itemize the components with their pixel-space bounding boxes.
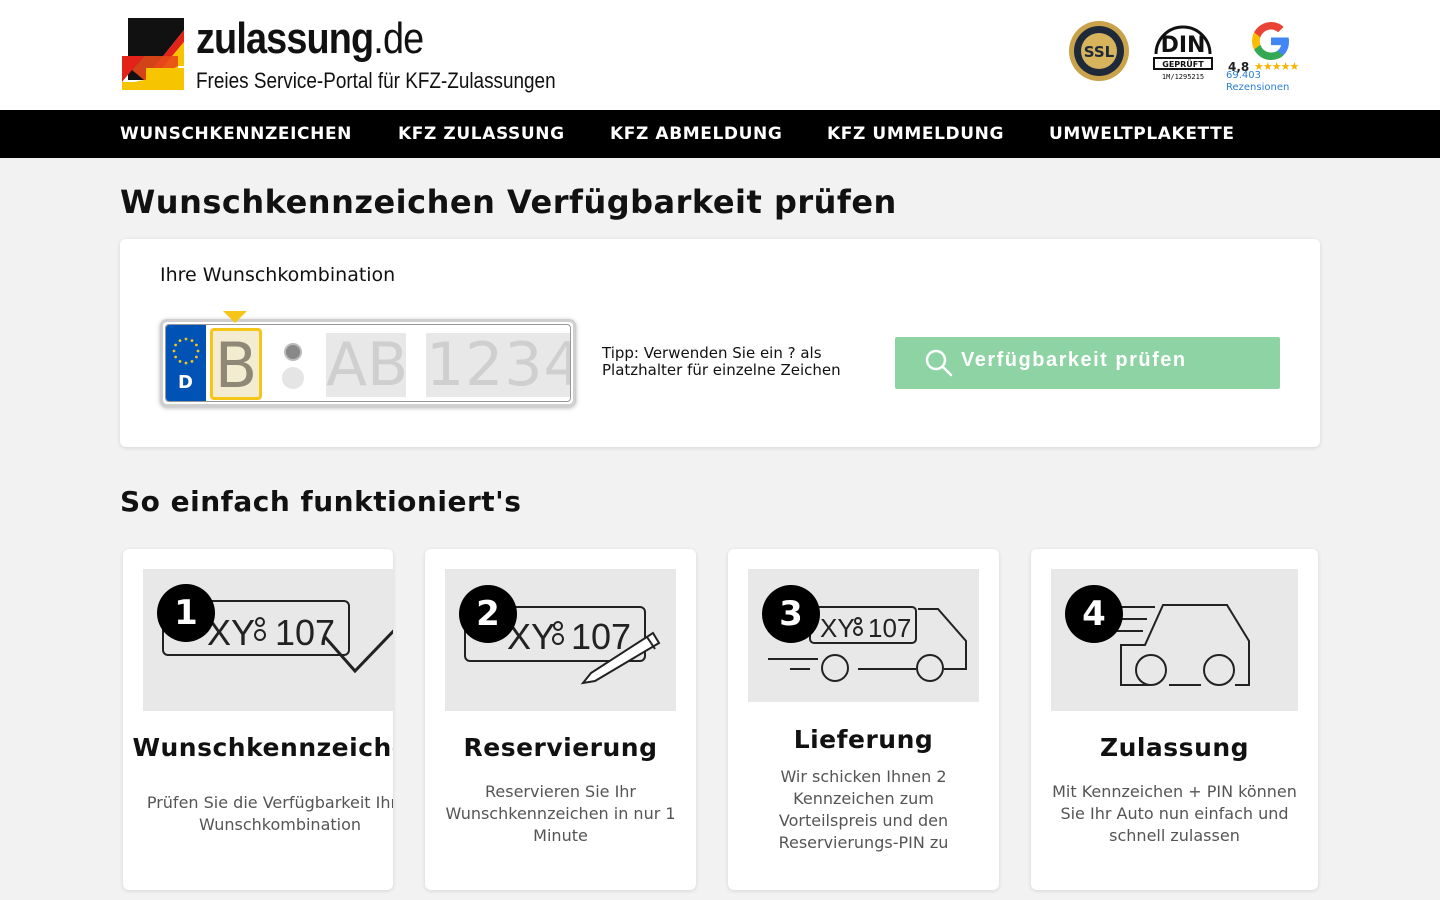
brand-name[interactable]: zulassung.de — [196, 14, 424, 64]
availability-check-card: Ihre Wunschkombination D B AB 1234 Tipp:… — [120, 239, 1320, 447]
eu-stars-icon — [172, 337, 200, 365]
zulassung-logo-icon[interactable] — [122, 18, 184, 90]
ssl-badge-icon: SSL — [1069, 21, 1129, 81]
brand-tagline: Freies Service-Portal für KFZ-Zulassunge… — [196, 68, 556, 93]
placeholder-tip: Tipp: Verwenden Sie ein ? als Platzhalte… — [602, 344, 841, 379]
din-badge-code: 1M/1295215 — [1162, 73, 1204, 81]
search-icon — [925, 349, 953, 377]
sample-plate-letters: XY — [820, 613, 855, 643]
city-code-field[interactable]: B — [210, 328, 262, 401]
letters-field[interactable]: AB — [326, 333, 406, 397]
sample-plate-digits: 107 — [868, 613, 911, 643]
google-rating-widget[interactable]: 4,8 ★★★★★ 69.403 Rezensionen — [1226, 18, 1326, 98]
step-title: Reservierung — [463, 733, 658, 762]
check-availability-label: Verfügbarkeit prüfen — [961, 349, 1187, 371]
site-header: zulassung.de Freies Service-Portal für K… — [0, 0, 1440, 110]
step-card-2: XY 107 2 Reservierung Reservieren Sie Ih… — [425, 549, 696, 890]
combination-label: Ihre Wunschkombination — [160, 264, 396, 286]
registration-seal-icon — [284, 343, 302, 361]
nav-item-wunschkennzeichen[interactable]: WUNSCHKENNZEICHEN — [120, 124, 352, 144]
din-badge-text: DIN — [1161, 33, 1206, 58]
nav-item-kfz-zulassung[interactable]: KFZ ZULASSUNG — [398, 124, 565, 144]
sample-plate-digits: 107 — [571, 616, 631, 657]
check-availability-button[interactable]: Verfügbarkeit prüfen — [895, 337, 1280, 389]
google-g-icon — [1252, 22, 1289, 60]
step-description: Mit Kennzeichen + PIN können Sie Ihr Aut… — [1052, 782, 1297, 845]
license-plate-input: D B AB 1234 — [160, 319, 576, 407]
step-number: 1 — [157, 584, 215, 642]
google-review-label: Rezensionen — [1226, 82, 1290, 93]
how-it-works-title: So einfach funktioniert's — [120, 485, 522, 518]
sample-plate-digits: 107 — [275, 612, 335, 653]
din-badge-icon: DIN GEPRÜFT 1M/1295215 — [1153, 25, 1213, 81]
inspection-seal-icon — [282, 367, 304, 389]
step-title: Lieferung — [793, 725, 934, 754]
google-review-count: 69.403 — [1226, 70, 1261, 81]
step-number: 3 — [762, 585, 820, 643]
nav-item-kfz-abmeldung[interactable]: KFZ ABMELDUNG — [610, 124, 782, 144]
step-number: 4 — [1065, 585, 1123, 643]
page-title: Wunschkennzeichen Verfügbarkeit prüfen — [120, 183, 897, 221]
step-description: Prüfen Sie die Verfügbarkeit Ihrer Wunsc… — [146, 793, 393, 834]
step-card-4: 4 Zulassung Mit Kennzeichen + PIN können… — [1031, 549, 1318, 890]
main-nav: WUNSCHKENNZEICHEN KFZ ZULASSUNG KFZ ABME… — [0, 110, 1440, 158]
ssl-badge-text: SSL — [1084, 43, 1115, 61]
step-title: Zulassung — [1099, 733, 1250, 762]
nav-item-kfz-ummeldung[interactable]: KFZ UMMELDUNG — [827, 124, 1004, 144]
country-code: D — [178, 372, 193, 393]
din-badge-sub: GEPRÜFT — [1162, 59, 1204, 69]
active-field-caret-icon — [223, 311, 247, 323]
step-card-1: XY 107 1 Wunschkennzeichen Prüfen Sie di… — [123, 549, 393, 890]
step-description: Wir schicken Ihnen 2 Kennzeichen zum Vor… — [778, 767, 949, 852]
digits-field[interactable]: 1234 — [426, 333, 570, 397]
step-description: Reservieren Sie Ihr Wunschkennzeichen in… — [445, 782, 676, 845]
step-card-3: XY 107 3 Lieferung Wir schicken Ihnen 2 … — [728, 549, 999, 890]
nav-item-umweltplakette[interactable]: UMWELTPLAKETTE — [1049, 124, 1235, 144]
step-number: 2 — [459, 585, 517, 643]
step-title: Wunschkennzeichen — [132, 733, 393, 762]
eu-strip: D — [166, 325, 206, 401]
